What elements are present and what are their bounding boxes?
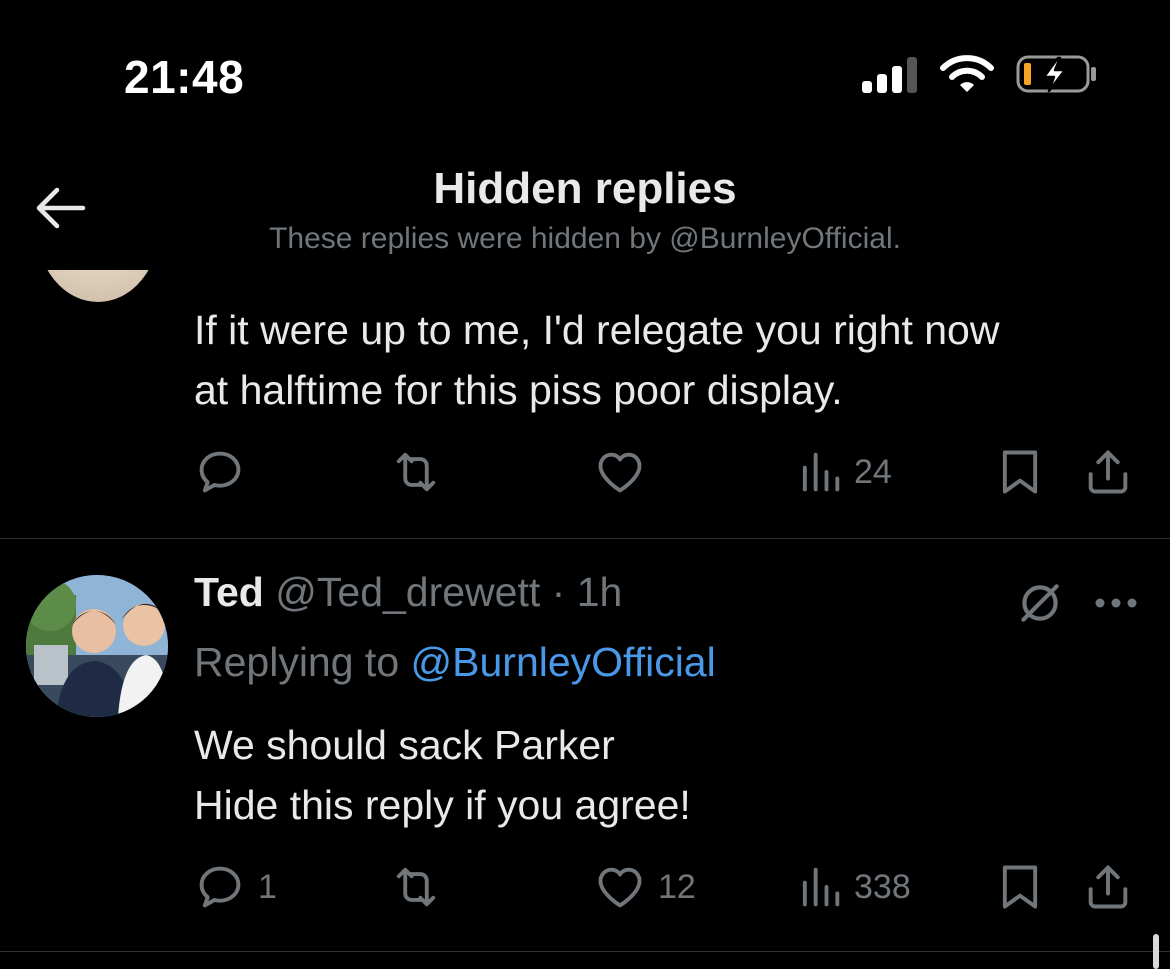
like-count: 12 bbox=[658, 867, 696, 906]
heart-icon bbox=[594, 861, 646, 913]
retweet-button[interactable] bbox=[388, 857, 456, 917]
battery-charging-icon bbox=[1016, 54, 1098, 99]
more-icon bbox=[1093, 596, 1139, 615]
share-button[interactable] bbox=[1082, 442, 1134, 502]
share-icon bbox=[1082, 861, 1134, 913]
tweet-meta: Ted @Ted_drewett · 1h bbox=[194, 569, 622, 616]
more-options-button[interactable] bbox=[1088, 575, 1144, 635]
like-button[interactable] bbox=[594, 442, 658, 502]
cellular-signal-icon bbox=[860, 55, 918, 98]
tweet-text-line: We should sack Parker bbox=[194, 722, 615, 768]
tweet-time[interactable]: 1h bbox=[577, 569, 623, 615]
wifi-icon bbox=[940, 54, 994, 99]
heart-icon bbox=[594, 446, 646, 498]
tweet-actions: 1 12 338 bbox=[194, 857, 1144, 917]
author-name[interactable]: Ted bbox=[194, 569, 264, 615]
meta-separator: · bbox=[551, 569, 566, 615]
replying-to-label: Replying to bbox=[194, 639, 411, 685]
views-button[interactable]: 24 bbox=[798, 442, 892, 502]
tweet-hidden-reply-1[interactable]: If it were up to me, I'd relegate you ri… bbox=[0, 150, 1170, 539]
bookmark-button[interactable] bbox=[996, 857, 1044, 917]
bookmark-icon bbox=[996, 446, 1044, 498]
views-icon bbox=[798, 861, 842, 913]
status-icons bbox=[860, 54, 1098, 99]
views-count: 24 bbox=[854, 452, 892, 491]
tweet-text: If it were up to me, I'd relegate you ri… bbox=[194, 300, 1144, 420]
tweet-actions: 24 bbox=[194, 442, 1144, 502]
views-button[interactable]: 338 bbox=[798, 857, 911, 917]
status-time: 21:48 bbox=[124, 51, 245, 103]
reply-button[interactable] bbox=[194, 442, 258, 502]
tweet-text-line: at halftime for this piss poor display. bbox=[194, 367, 843, 413]
bookmark-button[interactable] bbox=[996, 442, 1044, 502]
reply-icon bbox=[194, 446, 246, 498]
tweet-hidden-reply-2[interactable]: Ted @Ted_drewett · 1h Replying to @Burnl… bbox=[0, 539, 1170, 952]
retweet-button[interactable] bbox=[388, 442, 456, 502]
author-handle[interactable]: @Ted_drewett bbox=[275, 569, 540, 615]
status-bar: 21:48 bbox=[0, 0, 1170, 150]
header: Hidden replies These replies were hidden… bbox=[0, 150, 1170, 270]
mention-link[interactable]: @BurnleyOfficial bbox=[411, 639, 716, 685]
tweet-text-line: Hide this reply if you agree! bbox=[194, 782, 691, 828]
hidden-reply-indicator[interactable] bbox=[1010, 575, 1070, 635]
scrollbar[interactable] bbox=[1153, 934, 1159, 969]
reply-count: 1 bbox=[258, 867, 277, 906]
like-button[interactable]: 12 bbox=[594, 857, 696, 917]
avatar[interactable] bbox=[26, 575, 168, 717]
views-count: 338 bbox=[854, 867, 911, 906]
page-title: Hidden replies bbox=[433, 164, 737, 213]
views-icon bbox=[798, 446, 842, 498]
page-subtitle: These replies were hidden by @BurnleyOff… bbox=[269, 222, 901, 255]
reply-button[interactable]: 1 bbox=[194, 857, 277, 917]
retweet-icon bbox=[388, 446, 444, 498]
share-icon bbox=[1082, 446, 1134, 498]
retweet-icon bbox=[388, 861, 444, 913]
replying-to: Replying to @BurnleyOfficial bbox=[194, 639, 716, 686]
tweet-text-line: If it were up to me, I'd relegate you ri… bbox=[194, 307, 1000, 353]
share-button[interactable] bbox=[1082, 857, 1134, 917]
tweet-text: We should sack Parker Hide this reply if… bbox=[194, 715, 1144, 835]
hide-reply-icon bbox=[1015, 578, 1065, 633]
reply-icon bbox=[194, 861, 246, 913]
bookmark-icon bbox=[996, 861, 1044, 913]
